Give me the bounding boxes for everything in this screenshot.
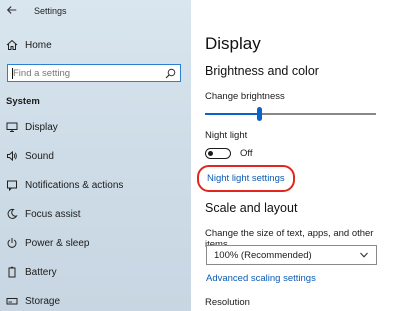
moon-icon (6, 208, 18, 220)
night-light-settings-link[interactable]: Night light settings (207, 173, 285, 184)
sidebar-item-display[interactable]: Display (0, 116, 191, 138)
speaker-icon (6, 150, 18, 162)
change-brightness-label: Change brightness (205, 91, 285, 102)
chevron-down-icon (360, 252, 368, 258)
sidebar-item-label: Power & sleep (25, 237, 90, 249)
home-icon (6, 39, 18, 51)
brightness-slider-thumb[interactable] (257, 107, 263, 121)
sidebar-item-focus-assist[interactable]: Focus assist (0, 203, 191, 225)
main-content: Display Brightness and color Change brig… (191, 0, 398, 311)
brightness-slider-track[interactable] (205, 113, 376, 115)
toggle-knob (208, 150, 213, 156)
scale-layout-heading: Scale and layout (205, 201, 298, 215)
sidebar-item-label: Storage (25, 295, 61, 307)
scale-dropdown-value: 100% (Recommended) (214, 250, 312, 261)
sidebar-section-title: System (6, 96, 40, 107)
sidebar-item-label: Home (25, 39, 52, 51)
search-icon[interactable] (165, 68, 176, 79)
brightness-color-heading: Brightness and color (205, 64, 319, 78)
settings-window: Settings Home System Display (0, 0, 398, 311)
sidebar-item-battery[interactable]: Battery (0, 261, 191, 283)
title-bar: Settings (0, 0, 191, 22)
sidebar-item-power-sleep[interactable]: Power & sleep (0, 232, 191, 254)
night-light-label: Night light (205, 130, 248, 141)
notification-icon (6, 179, 18, 191)
sidebar-item-label: Display (25, 121, 58, 133)
back-button[interactable] (6, 4, 20, 18)
search-input[interactable] (13, 65, 161, 81)
sidebar-item-storage[interactable]: Storage (0, 290, 191, 311)
night-light-toggle[interactable] (205, 148, 231, 159)
back-arrow-icon (6, 6, 17, 14)
resolution-label: Resolution (205, 297, 250, 308)
search-field[interactable] (7, 64, 181, 82)
sidebar-item-label: Battery (25, 266, 57, 278)
storage-icon (6, 295, 18, 307)
sidebar-item-home[interactable]: Home (0, 34, 191, 56)
sidebar-item-label: Focus assist (25, 208, 81, 220)
brightness-slider-fill (205, 113, 260, 115)
page-title: Display (205, 34, 261, 53)
advanced-scaling-link[interactable]: Advanced scaling settings (206, 273, 316, 284)
app-title: Settings (34, 6, 67, 16)
night-light-state: Off (240, 148, 253, 159)
sidebar-item-label: Sound (25, 150, 54, 162)
scale-dropdown[interactable]: 100% (Recommended) (206, 245, 377, 265)
power-icon (6, 237, 18, 249)
sidebar-item-notifications[interactable]: Notifications & actions (0, 174, 191, 196)
sidebar: Settings Home System Display (0, 0, 191, 311)
sidebar-item-sound[interactable]: Sound (0, 145, 191, 167)
sidebar-item-label: Notifications & actions (25, 179, 124, 191)
battery-icon (6, 266, 18, 278)
monitor-icon (6, 121, 18, 133)
